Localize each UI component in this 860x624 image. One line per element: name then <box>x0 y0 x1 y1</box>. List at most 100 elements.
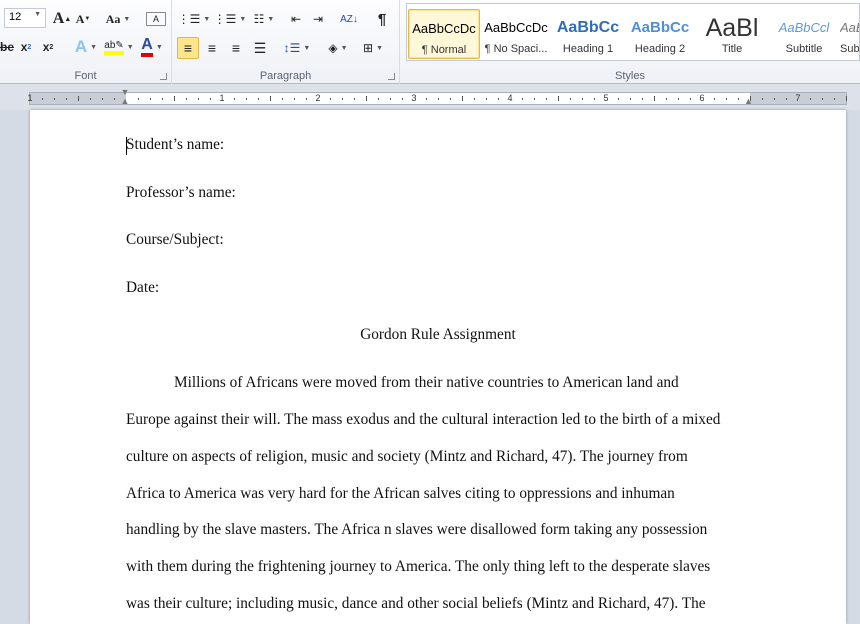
style-heading-1[interactable]: AaBbCc Heading 1 <box>552 9 624 59</box>
ruler-tick <box>198 98 199 100</box>
ruler-tick <box>354 98 355 100</box>
ruler-tick <box>522 98 523 100</box>
multilevel-list-icon[interactable]: ☷ ▼ <box>248 8 280 30</box>
align-left-icon[interactable]: ≡ <box>177 37 199 59</box>
horizontal-ruler[interactable]: 1 1 2 3 4 5 6 7 ▼ ▲ ▲ <box>0 84 860 110</box>
ruler-tick <box>834 98 835 100</box>
right-indent-marker[interactable]: ▲ <box>744 96 753 106</box>
ruler-tick <box>306 98 307 100</box>
shrink-font-icon[interactable]: A ▼ <box>74 8 92 30</box>
ruler-tick <box>558 96 559 101</box>
ruler-tick <box>594 98 595 100</box>
ruler-tick <box>114 98 115 100</box>
body-line: Europe against their will. The mass exod… <box>126 411 721 428</box>
ruler-tick <box>282 98 283 100</box>
ruler-number: 4 <box>507 93 513 103</box>
ruler-tick <box>162 98 163 100</box>
ruler-tick <box>366 96 367 101</box>
font-color-icon[interactable]: A ▼ <box>138 36 166 58</box>
ruler-tick <box>486 98 487 100</box>
ruler-tick <box>738 98 739 100</box>
ruler-tick <box>678 98 679 100</box>
sort-icon[interactable]: AZ↓ <box>338 8 360 30</box>
ruler-tick <box>270 96 271 101</box>
ruler-tick <box>654 96 655 101</box>
highlight-color-icon[interactable]: ab✎ ▼ <box>102 36 136 58</box>
line-spacing-icon[interactable]: ↕☰ ▼ <box>282 37 312 59</box>
borders-icon[interactable]: ⊞ ▼ <box>358 37 388 59</box>
ruler-tick <box>234 98 235 100</box>
grow-font-icon[interactable]: A ▲ <box>52 8 72 30</box>
ruler-tick <box>498 98 499 100</box>
ruler-number: 6 <box>699 93 705 103</box>
numbering-icon[interactable]: ⋮☰ ▼ <box>214 8 247 30</box>
ruler-tick <box>210 98 211 100</box>
document-title: Gordon Rule Assignment <box>360 326 516 343</box>
style-no-spacing[interactable]: AaBbCcDc ¶ No Spaci... <box>480 9 552 59</box>
indent-marker[interactable]: ▼ ▲ <box>120 88 130 110</box>
clear-formatting-icon[interactable]: A <box>146 12 166 26</box>
bullets-icon[interactable]: ⋮☰ ▼ <box>178 8 211 30</box>
shading-icon[interactable]: ◈ ▼ <box>322 37 354 59</box>
font-dialog-launcher[interactable] <box>160 73 167 80</box>
ruler-number: 5 <box>603 93 609 103</box>
superscript-icon[interactable]: x2 <box>38 36 58 58</box>
ruler-tick <box>66 98 67 100</box>
style-title[interactable]: AaBl Title <box>696 9 768 59</box>
ruler-tick <box>330 98 331 100</box>
ribbon: 12 ▼ A ▲ A ▼ Aa ▼ A be x2 x2 A ▼ ab✎ ▼ A ▼ Font… <box>0 0 860 84</box>
ruler-tick <box>294 98 295 100</box>
ruler-tick <box>450 98 451 100</box>
increase-indent-icon[interactable]: ⇥ <box>308 8 328 30</box>
ruler-tick <box>90 98 91 100</box>
ruler-tick <box>666 98 667 100</box>
ruler-tick <box>246 98 247 100</box>
ruler-tick <box>846 96 847 101</box>
body-line: handling by the slave masters. The Afric… <box>126 521 708 538</box>
ruler-tick <box>438 98 439 100</box>
style-subtitle[interactable]: AaBbCcl Subtitle <box>768 9 840 59</box>
ruler-tick <box>378 98 379 100</box>
ruler-tick <box>726 98 727 100</box>
body-line: Africa to America was very hard for the … <box>126 485 675 502</box>
subscript-icon[interactable]: x2 <box>16 36 36 58</box>
style-normal[interactable]: AaBbCcDc ¶ Normal <box>408 9 480 59</box>
ruler-tick <box>822 98 823 100</box>
body-line: was their culture; including music, danc… <box>126 595 706 612</box>
ruler-tick <box>462 96 463 101</box>
ruler-tick <box>174 96 175 101</box>
ruler-tick <box>186 98 187 100</box>
style-subtle-emphasis[interactable]: AaBbCclSubtle Emphasis <box>840 9 859 59</box>
document-page[interactable]: Student’s name: Professor’s name: Course… <box>30 110 846 624</box>
align-center-icon[interactable]: ≡ <box>201 37 223 59</box>
font-size-combobox[interactable]: 12 ▼ <box>4 8 46 28</box>
ruler-tick <box>54 98 55 100</box>
strikethrough-icon[interactable]: be <box>0 36 14 58</box>
ruler-tick <box>474 98 475 100</box>
paragraph-dialog-launcher[interactable] <box>388 73 395 80</box>
ruler-tick <box>774 98 775 100</box>
ruler-tick <box>810 98 811 100</box>
ruler-tick <box>714 98 715 100</box>
align-right-icon[interactable]: ≡ <box>225 37 247 59</box>
text-effects-icon[interactable]: A ▼ <box>72 36 100 58</box>
chevron-down-icon[interactable]: ▼ <box>34 11 41 25</box>
ruler-tick <box>786 98 787 100</box>
ruler-number: 1 <box>27 93 33 103</box>
justify-icon[interactable]: ☰ <box>249 37 271 59</box>
change-case-button[interactable]: Aa ▼ <box>104 8 132 30</box>
ruler-tick <box>42 98 43 100</box>
style-heading-2[interactable]: AaBbCc Heading 2 <box>624 9 696 59</box>
ruler-tick <box>570 98 571 100</box>
ruler-tick <box>150 98 151 100</box>
show-formatting-icon[interactable]: ¶ <box>372 8 392 30</box>
ruler-number: 3 <box>411 93 417 103</box>
ruler-tick <box>762 98 763 100</box>
course-line: Course/Subject: <box>126 231 224 248</box>
ruler-tick <box>390 98 391 100</box>
ruler-tick <box>258 98 259 100</box>
student-name-line: Student’s name: <box>126 136 225 153</box>
ruler-tick <box>78 96 79 101</box>
decrease-indent-icon[interactable]: ⇤ <box>286 8 306 30</box>
ruler-tick <box>102 98 103 100</box>
